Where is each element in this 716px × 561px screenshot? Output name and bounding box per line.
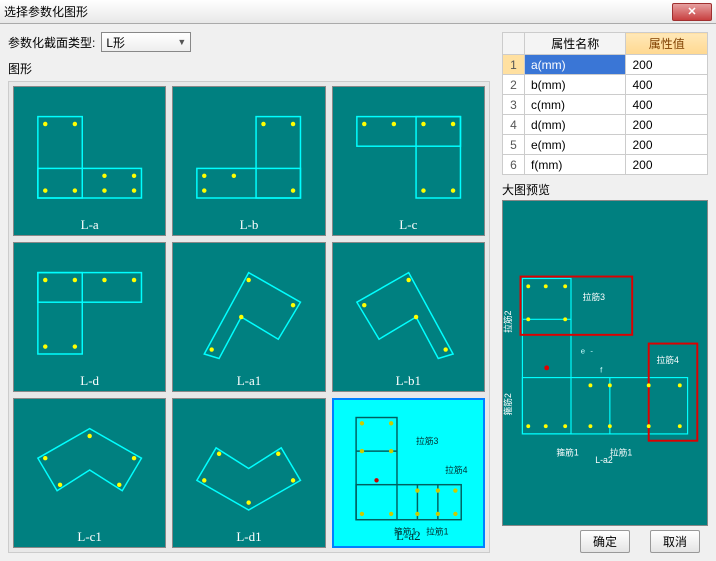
thumb-L-a1[interactable]: L-a1 xyxy=(172,242,325,392)
col-name[interactable]: 属性名称 xyxy=(525,33,626,55)
type-dropdown[interactable]: L形 ▼ xyxy=(101,32,191,52)
close-button[interactable]: ✕ xyxy=(672,3,712,21)
thumb-L-a[interactable]: L-a xyxy=(13,86,166,236)
thumb-label: L-d1 xyxy=(173,529,324,545)
svg-text:e: e xyxy=(581,346,585,355)
preview-panel: 拉筋3 拉筋4 箍筋1 拉筋1 拉筋2 箍筋2 L-a2 e- f xyxy=(502,200,708,526)
svg-text:f: f xyxy=(600,366,603,375)
thumb-label: L-c1 xyxy=(14,529,165,545)
property-table: 属性名称 属性值 1 a(mm) 200 2 b(mm) 400 3 c(mm) xyxy=(502,32,708,175)
thumb-label: L-c xyxy=(333,217,484,233)
label-lajin3: 拉筋3 xyxy=(583,291,605,302)
col-value[interactable]: 属性值 xyxy=(626,33,708,55)
col-rownum xyxy=(503,33,525,55)
thumb-L-b1[interactable]: L-b1 xyxy=(332,242,485,392)
thumb-L-b[interactable]: L-b xyxy=(172,86,325,236)
thumb-L-d[interactable]: L-d xyxy=(13,242,166,392)
titlebar: 选择参数化图形 ✕ xyxy=(0,0,716,24)
table-row[interactable]: 5 e(mm) 200 xyxy=(503,135,708,155)
window-title: 选择参数化图形 xyxy=(4,3,88,20)
label-preview: L-a2 xyxy=(595,455,613,465)
thumb-label: L-a2 xyxy=(334,528,483,544)
close-icon: ✕ xyxy=(687,5,696,18)
table-row[interactable]: 4 d(mm) 200 xyxy=(503,115,708,135)
thumb-grid: L-a L-b L-c L-d L-a1 L-b1 xyxy=(8,81,490,553)
label-gujin2: 箍筋2 xyxy=(503,393,513,415)
table-row[interactable]: 6 f(mm) 200 xyxy=(503,155,708,175)
chevron-down-icon: ▼ xyxy=(177,37,186,47)
table-row[interactable]: 3 c(mm) 400 xyxy=(503,95,708,115)
thumb-label: L-b xyxy=(173,217,324,233)
thumb-label: L-d xyxy=(14,373,165,389)
label-lajin4: 拉筋4 xyxy=(656,354,678,365)
ok-button[interactable]: 确定 xyxy=(580,530,630,553)
cancel-button[interactable]: 取消 xyxy=(650,530,700,553)
svg-text:拉筋4: 拉筋4 xyxy=(445,464,467,475)
preview-section-label: 大图预览 xyxy=(502,181,708,198)
thumb-L-d1[interactable]: L-d1 xyxy=(172,398,325,548)
table-row[interactable]: 1 a(mm) 200 xyxy=(503,55,708,75)
svg-text:拉筋3: 拉筋3 xyxy=(416,435,438,446)
thumb-L-c[interactable]: L-c xyxy=(332,86,485,236)
thumb-L-a2[interactable]: 拉筋3 拉筋4 箍筋1 拉筋1 L-a2 xyxy=(332,398,485,548)
type-label: 参数化截面类型: xyxy=(8,34,95,51)
label-lajin1: 拉筋1 xyxy=(610,446,632,457)
label-lajin2: 拉筋2 xyxy=(503,310,513,332)
grid-section-label: 图形 xyxy=(8,60,490,77)
svg-text:-: - xyxy=(590,346,593,355)
type-selected: L形 xyxy=(106,34,125,51)
table-row[interactable]: 2 b(mm) 400 xyxy=(503,75,708,95)
label-gujin1: 箍筋1 xyxy=(556,446,578,457)
thumb-label: L-b1 xyxy=(333,373,484,389)
thumb-label: L-a1 xyxy=(173,373,324,389)
thumb-L-c1[interactable]: L-c1 xyxy=(13,398,166,548)
thumb-label: L-a xyxy=(14,217,165,233)
